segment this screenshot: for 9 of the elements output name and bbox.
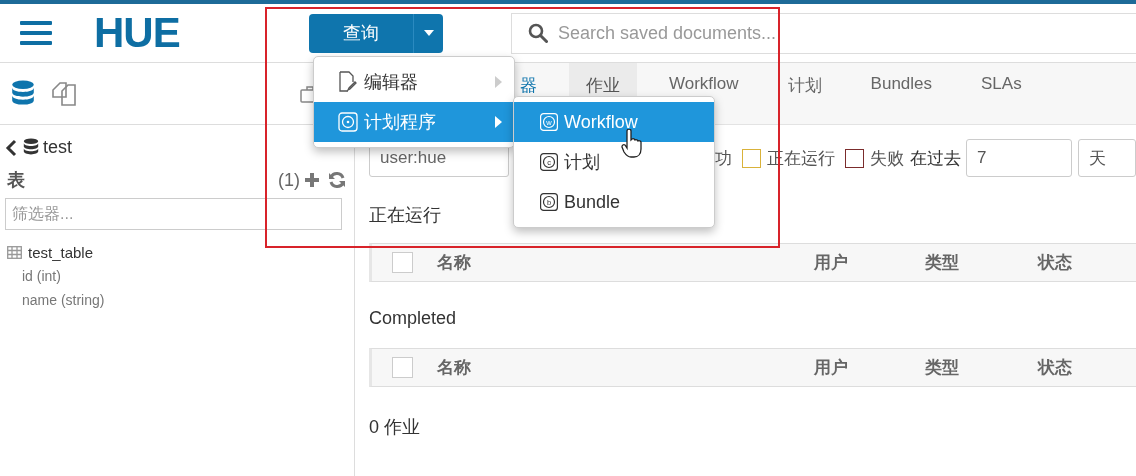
- logo: HUE: [94, 9, 181, 57]
- table-count: (1): [278, 169, 300, 191]
- section-title: 表: [7, 169, 26, 192]
- status-label: 功: [715, 147, 732, 170]
- status-label: 失败: [870, 147, 904, 170]
- job-count: 0 作业: [369, 417, 420, 437]
- section-title: 正在运行: [369, 205, 441, 225]
- period-label: 在过去: [910, 147, 961, 170]
- section-title: Completed: [369, 308, 457, 328]
